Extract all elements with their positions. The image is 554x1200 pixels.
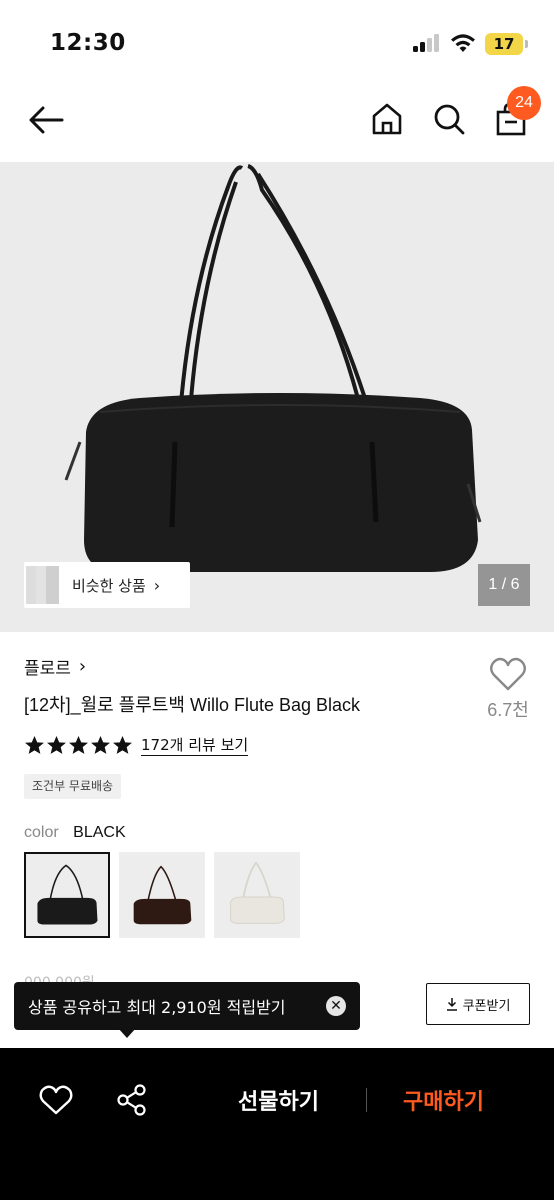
review-link[interactable]: 172개 리뷰 보기 [141,735,249,756]
heart-outline-icon [490,657,526,691]
product-image-gallery[interactable]: 비슷한 상품 › 1 / 6 [0,162,554,632]
brand-name: 플로르 [24,659,71,679]
similar-products-thumbnails [24,562,68,608]
star-icon [91,736,110,754]
wishlist-button[interactable]: 6.7천 [478,656,538,726]
cellular-signal-icon [413,34,441,52]
wishlist-count: 6.7천 [487,700,529,720]
tooltip-arrow [118,1028,136,1038]
swatch-black[interactable] [24,852,110,938]
back-arrow-icon[interactable] [26,102,66,138]
brown-bag-thumbnail [133,865,192,925]
swatch-brown[interactable] [119,852,205,938]
coupon-button[interactable]: 쿠폰받기 [426,983,530,1025]
chevron-right-icon: › [153,575,161,595]
share-reward-tooltip: 상품 공유하고 최대 2,910원 적립받기 ✕ [14,982,360,1030]
image-page-indicator: 1 / 6 [478,564,530,606]
coupon-label: 쿠폰받기 [462,998,511,1014]
white-bag-thumbnail [230,861,285,924]
close-icon[interactable]: ✕ [326,996,346,1016]
brand-link[interactable]: 플로르 › [24,654,86,679]
chevron-right-icon: › [78,656,87,677]
download-icon [446,998,457,1011]
action-divider [366,1088,367,1112]
bottom-action-bar: 선물하기 구매하기 [0,1048,554,1200]
product-title: [12차]_윌로 플루트백 Willo Flute Bag Black [24,695,361,715]
heart-icon[interactable] [39,1084,73,1116]
status-time: 12:30 [50,30,126,56]
home-icon[interactable] [369,101,405,137]
rating-stars [24,735,133,756]
color-value: BLACK [73,824,126,841]
buy-button[interactable]: 구매하기 [403,1084,484,1116]
black-bag-thumbnail [37,864,98,925]
swatch-white[interactable] [214,852,300,938]
top-nav: 24 [0,86,554,162]
share-icon[interactable] [116,1084,148,1116]
star-icon [69,736,88,754]
gift-button[interactable]: 선물하기 [238,1084,319,1116]
cart-count-badge: 24 [507,86,541,120]
similar-products-button[interactable]: 비슷한 상품 › [24,562,190,608]
star-icon [25,736,44,754]
battery-nub [525,40,528,48]
star-icon [47,736,66,754]
color-row: color BLACK [24,824,126,842]
status-bar: 12:30 17 [0,0,554,86]
star-icon [113,736,132,754]
color-label: color [24,824,59,841]
wifi-icon [451,34,475,52]
tooltip-text: 상품 공유하고 최대 2,910원 적립받기 [28,998,286,1017]
rating-row: 172개 리뷰 보기 [24,735,249,756]
battery-indicator: 17 [485,33,523,55]
search-icon[interactable] [431,101,467,137]
color-swatches [24,852,300,938]
similar-products-label: 비슷한 상품 [72,576,146,595]
shipping-badge: 조건부 무료배송 [24,774,122,799]
